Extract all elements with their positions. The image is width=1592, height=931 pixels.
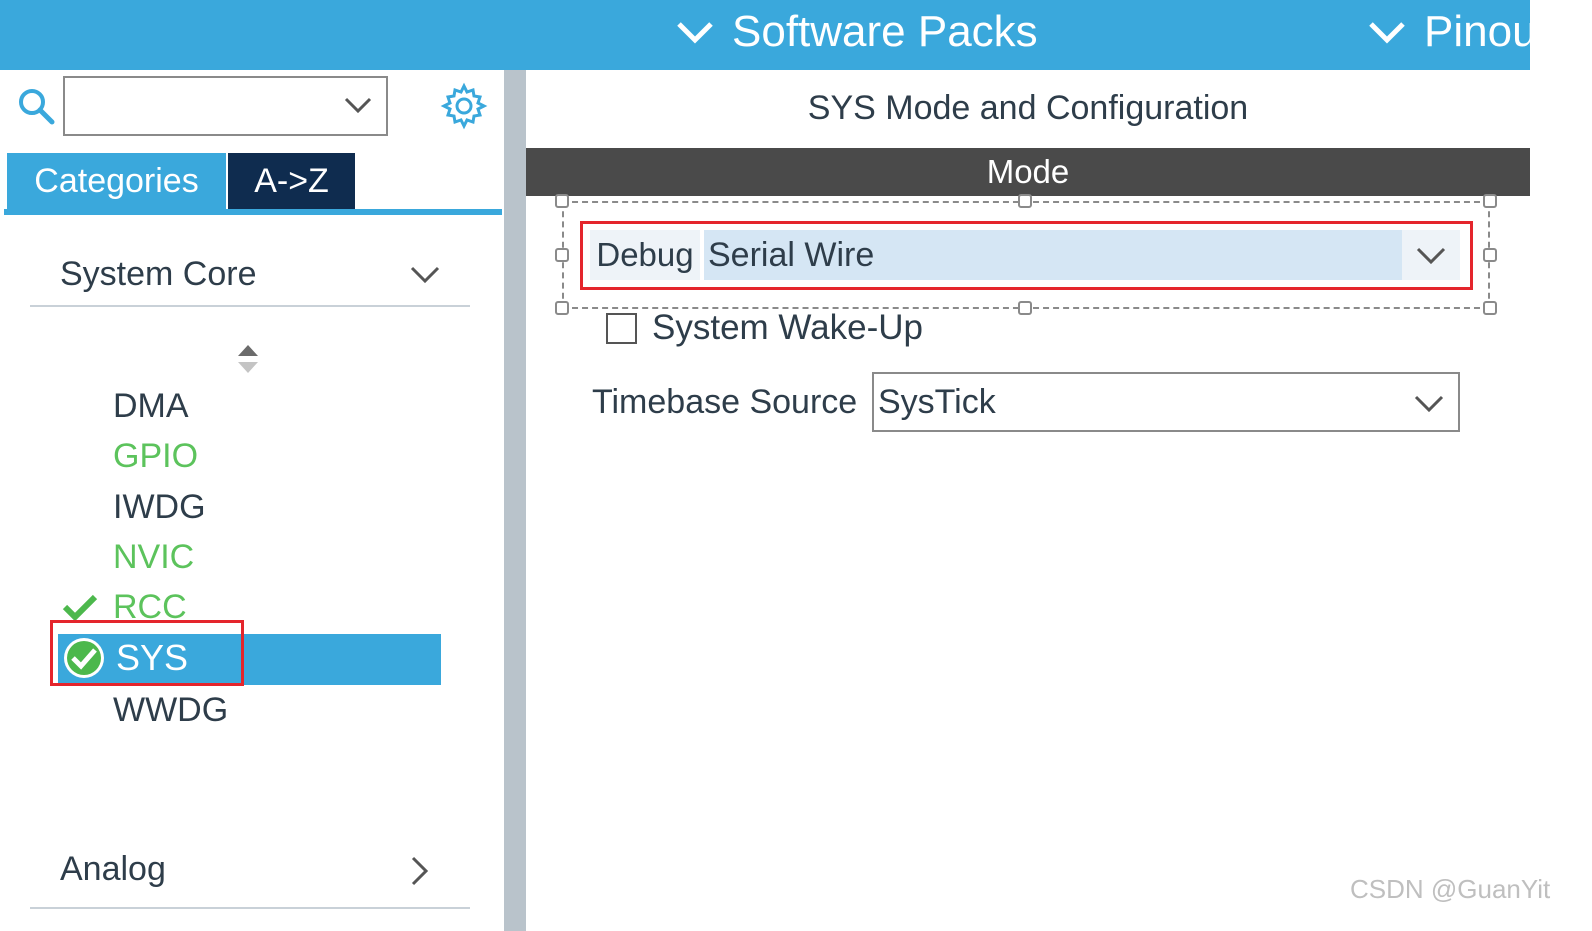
tab-categories[interactable]: Categories (7, 153, 226, 210)
menu-label: Software Packs (732, 7, 1038, 56)
chevron-right-icon (411, 856, 429, 886)
chevron-down-icon (677, 22, 713, 44)
section-analog[interactable]: Analog (30, 850, 470, 909)
resize-handle[interactable] (555, 248, 569, 262)
list-item-dma[interactable]: DMA (113, 384, 189, 428)
highlight-box (580, 221, 1473, 290)
tab-underline (4, 209, 502, 215)
timebase-source-label: Timebase Source (592, 383, 858, 421)
timebase-select-value: SysTick (878, 383, 996, 421)
panel-splitter[interactable] (504, 70, 526, 931)
list-item-iwdg[interactable]: IWDG (113, 485, 206, 529)
menu-pinout[interactable]: Pinou (1368, 6, 1530, 58)
top-menu-bar: Software Packs Pinou (0, 0, 1530, 70)
timebase-source-select[interactable]: SysTick (872, 372, 1460, 432)
resize-handle[interactable] (555, 194, 569, 208)
sort-icon[interactable] (236, 343, 260, 375)
menu-label: Pinou (1424, 7, 1530, 56)
search-combobox[interactable] (63, 76, 388, 136)
chevron-down-icon (1414, 395, 1444, 413)
resize-handle[interactable] (1483, 248, 1497, 262)
gear-icon[interactable] (440, 82, 488, 130)
highlight-box (50, 620, 244, 686)
resize-handle[interactable] (555, 301, 569, 315)
list-item-wwdg[interactable]: WWDG (113, 688, 228, 732)
menu-software-packs[interactable]: Software Packs (676, 6, 1038, 58)
resize-handle[interactable] (1018, 301, 1032, 315)
resize-handle[interactable] (1483, 194, 1497, 208)
system-wake-up-label[interactable]: System Wake-Up (652, 307, 923, 349)
resize-handle[interactable] (1018, 194, 1032, 208)
config-title: SYS Mode and Configuration (807, 89, 1249, 127)
chevron-down-icon (1369, 22, 1405, 44)
chevron-down-icon[interactable] (344, 96, 372, 114)
check-icon (62, 594, 98, 621)
section-label: System Core (60, 255, 257, 293)
resize-handle[interactable] (1483, 301, 1497, 315)
search-icon[interactable] (16, 86, 56, 126)
list-item-nvic[interactable]: NVIC (113, 535, 194, 579)
list-item-gpio[interactable]: GPIO (113, 434, 198, 478)
section-system-core[interactable]: System Core (30, 255, 470, 307)
mode-header: Mode (526, 148, 1530, 196)
watermark: CSDN @GuanYit (1350, 874, 1551, 904)
search-input[interactable] (71, 84, 335, 130)
section-label: Analog (60, 850, 166, 888)
tab-a-to-z[interactable]: A->Z (228, 153, 355, 210)
system-wake-up-checkbox[interactable] (606, 313, 637, 344)
chevron-down-icon (410, 266, 440, 284)
